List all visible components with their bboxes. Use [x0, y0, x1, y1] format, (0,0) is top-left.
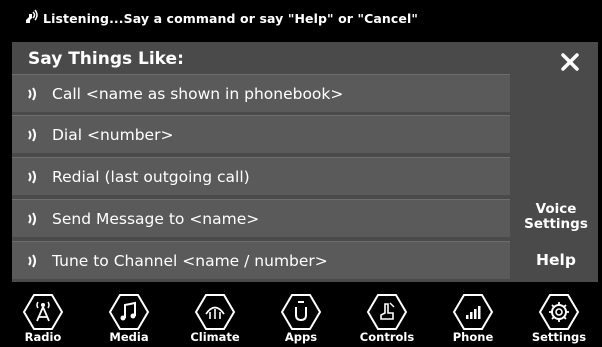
nav-item-settings[interactable]: Settings	[516, 292, 602, 347]
nav-item-climate[interactable]: Climate	[172, 292, 258, 347]
voice-wave-icon	[28, 253, 36, 268]
voice-wave-icon	[28, 169, 36, 184]
nav-label: Apps	[284, 330, 318, 344]
command-item-redial[interactable]: Redial (last outgoing call)	[12, 157, 510, 195]
command-item-tune-channel[interactable]: Tune to Channel <name / number>	[12, 241, 510, 279]
voice-listening-icon	[26, 9, 38, 23]
climate-icon	[194, 294, 236, 330]
command-label: Call <name as shown in phonebook>	[52, 84, 344, 103]
phone-signal-icon	[452, 294, 494, 330]
command-item-dial[interactable]: Dial <number>	[12, 115, 510, 153]
command-item-call[interactable]: Call <name as shown in phonebook>	[12, 74, 510, 112]
help-button[interactable]: Help	[516, 250, 596, 270]
music-note-icon	[108, 294, 150, 330]
nav-label: Radio	[24, 330, 62, 344]
controls-icon	[366, 294, 408, 330]
apps-icon	[280, 294, 322, 330]
nav-item-radio[interactable]: Radio	[0, 292, 86, 347]
panel-title: Say Things Like:	[28, 49, 184, 69]
nav-label: Settings	[531, 330, 587, 344]
command-label: Dial <number>	[52, 125, 174, 144]
command-label: Redial (last outgoing call)	[52, 167, 250, 186]
voice-wave-icon	[28, 211, 36, 226]
command-item-send-message[interactable]: Send Message to <name>	[12, 199, 510, 237]
bottom-nav-bar: Radio Media Climate Apps Controls Phone …	[0, 292, 602, 347]
nav-item-phone[interactable]: Phone	[430, 292, 516, 347]
command-label: Send Message to <name>	[52, 209, 260, 228]
gear-icon	[538, 294, 580, 330]
nav-label: Climate	[190, 330, 240, 344]
nav-label: Phone	[452, 330, 494, 344]
nav-label: Controls	[359, 330, 415, 344]
status-text: Listening...Say a command or say "Help" …	[43, 10, 418, 26]
status-bar: Listening...Say a command or say "Help" …	[0, 0, 602, 36]
nav-item-apps[interactable]: Apps	[258, 292, 344, 347]
voice-wave-icon	[28, 127, 36, 142]
voice-settings-button[interactable]: Voice Settings	[516, 202, 596, 232]
nav-item-media[interactable]: Media	[86, 292, 172, 347]
nav-label: Media	[109, 330, 149, 344]
command-label: Tune to Channel <name / number>	[52, 251, 328, 270]
close-icon[interactable]	[555, 47, 585, 77]
voice-wave-icon	[28, 86, 36, 101]
nav-item-controls[interactable]: Controls	[344, 292, 430, 347]
radio-icon	[22, 294, 64, 330]
